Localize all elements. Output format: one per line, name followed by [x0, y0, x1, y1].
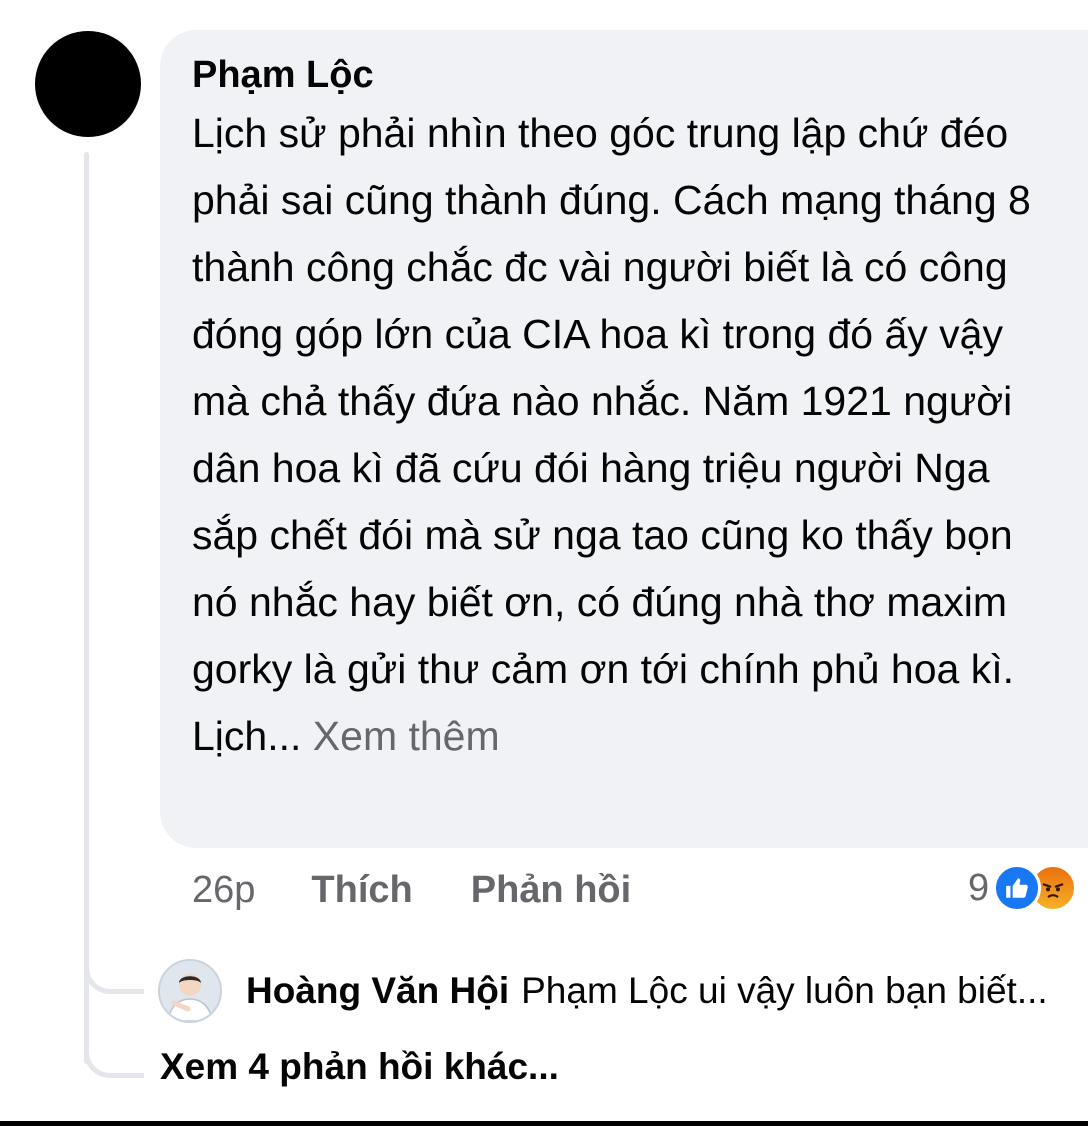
thread-connector-more — [84, 1038, 144, 1078]
commenter-avatar[interactable] — [35, 31, 141, 137]
reply-button[interactable]: Phản hồi — [471, 869, 631, 912]
like-icon — [993, 864, 1042, 912]
comment-body: Lịch sử phải nhìn theo góc trung lập chứ… — [192, 100, 1062, 770]
reply-text: Phạm Lộc ui vậy luôn bạn biết... — [521, 970, 1048, 1011]
comment-bubble: Phạm Lộc Lịch sử phải nhìn theo góc trun… — [160, 30, 1088, 848]
reaction-summary[interactable]: 9 — [968, 860, 1078, 916]
see-more-link[interactable]: Xem thêm — [313, 713, 500, 759]
thread-line — [84, 152, 89, 1064]
comment-text: Lịch sử phải nhìn theo góc trung lập chứ… — [192, 110, 1031, 759]
reply-author-name[interactable]: Hoàng Văn Hội — [246, 970, 509, 1012]
reply-avatar[interactable] — [158, 959, 222, 1023]
comment-actions: 26p Thích Phản hồi — [192, 862, 689, 918]
view-more-replies-link[interactable]: Xem 4 phản hồi khác... — [160, 1046, 559, 1088]
reaction-count: 9 — [968, 866, 990, 909]
bottom-divider — [0, 1121, 1088, 1126]
like-button[interactable]: Thích — [311, 869, 412, 912]
comment-author-name[interactable]: Phạm Lộc — [192, 50, 1088, 100]
comment-timestamp[interactable]: 26p — [192, 869, 255, 912]
thread-connector-reply — [84, 954, 144, 994]
reply-preview[interactable]: Hoàng Văn Hội Phạm Lộc ui vậy luôn bạn b… — [158, 958, 1048, 1024]
